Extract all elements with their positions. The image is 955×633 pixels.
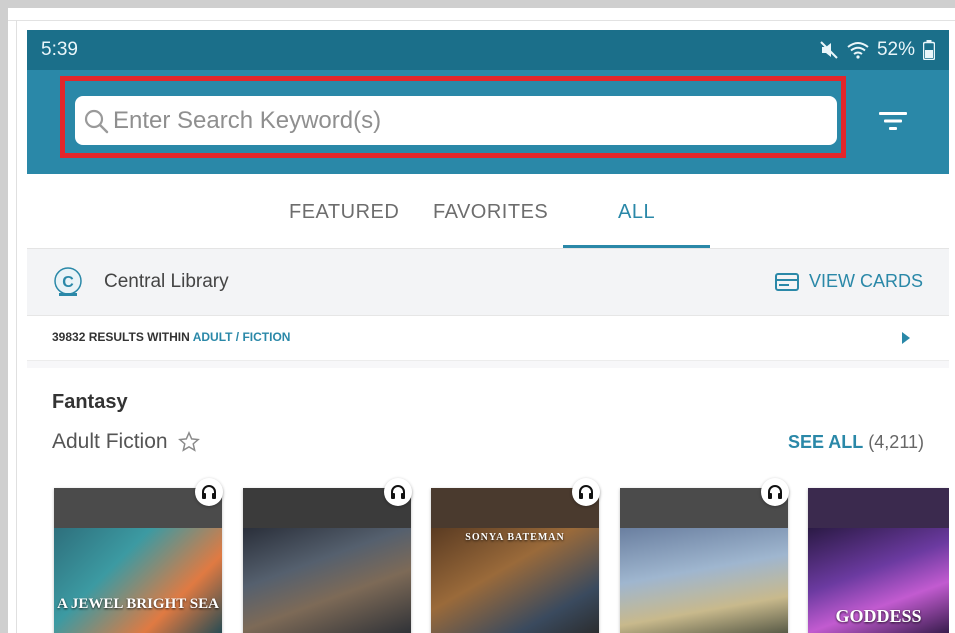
tab-favorites[interactable]: FAVORITES bbox=[433, 201, 548, 224]
search-bar[interactable] bbox=[75, 96, 837, 145]
book-cover[interactable]: SONYA BATEMAN bbox=[431, 488, 599, 633]
screenshot-frame-left bbox=[0, 0, 8, 633]
headphones-icon bbox=[579, 485, 593, 499]
headphones-icon bbox=[202, 485, 216, 499]
cover-art bbox=[243, 528, 411, 633]
wifi-icon bbox=[847, 42, 869, 59]
tab-featured[interactable]: FEATURED bbox=[289, 201, 399, 224]
filter-icon[interactable] bbox=[877, 108, 909, 134]
library-name[interactable]: Central Library bbox=[104, 271, 229, 293]
cover-title: GODDESS bbox=[835, 606, 922, 626]
active-tab-indicator bbox=[563, 245, 710, 248]
battery-percent: 52% bbox=[876, 39, 915, 60]
app-bar bbox=[27, 70, 949, 174]
book-cover[interactable]: GODDESS bbox=[808, 488, 949, 633]
see-all-link[interactable]: SEE ALL (4,211) bbox=[788, 432, 924, 453]
view-cards-button[interactable]: VIEW CARDS bbox=[774, 271, 923, 292]
view-cards-label: VIEW CARDS bbox=[808, 271, 923, 291]
screenshot-frame-line bbox=[8, 20, 955, 21]
book-cover[interactable]: A JEWEL BRIGHT SEA bbox=[54, 488, 222, 633]
cover-art bbox=[54, 528, 222, 633]
results-summary: 39832 RESULTS WITHIN ADULT / FICTION bbox=[52, 330, 290, 344]
audiobook-badge bbox=[761, 478, 789, 506]
results-count: 39832 RESULTS WITHIN bbox=[52, 330, 190, 344]
audiobook-badge bbox=[384, 478, 412, 506]
status-time: 5:39 bbox=[41, 39, 78, 60]
cover-title: A JEWEL BRIGHT SEA bbox=[57, 596, 219, 612]
cover-title: SONYA BATEMAN bbox=[465, 532, 565, 543]
audiobook-badge bbox=[572, 478, 600, 506]
cover-art bbox=[620, 528, 788, 633]
star-icon[interactable] bbox=[177, 431, 200, 453]
battery-icon bbox=[923, 40, 935, 60]
device-screen: 5:39 52% Enter Search Keyword(s) FEATURE… bbox=[27, 30, 949, 633]
status-icons: 52% bbox=[819, 39, 935, 61]
results-row: 39832 RESULTS WITHIN ADULT / FICTION bbox=[27, 316, 949, 361]
caret-right-icon[interactable] bbox=[901, 331, 911, 345]
audiobook-badge bbox=[195, 478, 223, 506]
shelf-genre-title: Fantasy bbox=[52, 391, 128, 413]
book-cover[interactable] bbox=[243, 488, 411, 633]
library-row: C Central Library VIEW CARDS bbox=[27, 249, 949, 316]
book-cover[interactable] bbox=[620, 488, 788, 633]
mute-icon bbox=[820, 41, 838, 59]
cover-art bbox=[431, 528, 599, 633]
tab-bar: FEATURED FAVORITES ALL bbox=[27, 174, 949, 249]
search-input[interactable] bbox=[113, 106, 837, 135]
library-logo[interactable]: C bbox=[51, 266, 85, 298]
screenshot-frame-inner bbox=[16, 20, 17, 633]
svg-text:C: C bbox=[62, 274, 74, 291]
book-carousel: A JEWEL BRIGHT SEA SONYA BATEMAN GODDESS bbox=[27, 478, 949, 633]
results-filter-link[interactable]: ADULT / FICTION bbox=[193, 330, 291, 344]
shelf-subtitle-row: Adult Fiction bbox=[52, 430, 200, 454]
cover-top-band bbox=[808, 488, 949, 528]
shelf-section: Fantasy Adult Fiction SEE ALL (4,211) A … bbox=[27, 368, 949, 633]
status-bar: 5:39 52% bbox=[27, 30, 949, 70]
card-icon bbox=[774, 272, 799, 291]
tab-all[interactable]: ALL bbox=[618, 201, 655, 224]
see-all-label: SEE ALL bbox=[787, 432, 864, 452]
shelf-subtitle: Adult Fiction bbox=[52, 430, 168, 453]
search-icon bbox=[84, 109, 109, 133]
headphones-icon bbox=[768, 485, 782, 499]
screenshot-frame-top bbox=[0, 0, 955, 8]
headphones-icon bbox=[391, 485, 405, 499]
see-all-count: (4,211) bbox=[868, 432, 924, 452]
